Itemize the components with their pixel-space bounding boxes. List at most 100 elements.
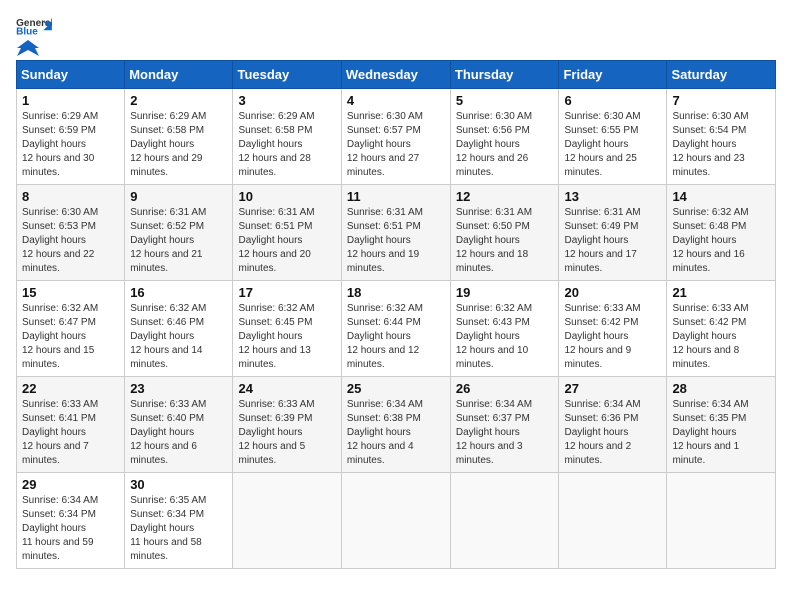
calendar-cell: 20 Sunrise: 6:33 AM Sunset: 6:42 PM Dayl… — [559, 281, 667, 377]
calendar-cell: 29 Sunrise: 6:34 AM Sunset: 6:34 PM Dayl… — [17, 473, 125, 569]
cell-content: Sunrise: 6:34 AM Sunset: 6:36 PM Dayligh… — [564, 398, 661, 468]
daylight-label: Daylight hours — [22, 331, 86, 342]
calendar-cell: 24 Sunrise: 6:33 AM Sunset: 6:39 PM Dayl… — [233, 377, 341, 473]
sunset-label: Sunset: 6:36 PM — [564, 413, 638, 424]
calendar-cell: 21 Sunrise: 6:33 AM Sunset: 6:42 PM Dayl… — [667, 281, 776, 377]
cell-content: Sunrise: 6:30 AM Sunset: 6:57 PM Dayligh… — [347, 110, 445, 180]
cell-content: Sunrise: 6:30 AM Sunset: 6:54 PM Dayligh… — [672, 110, 770, 180]
sunrise-label: Sunrise: 6:31 AM — [238, 207, 314, 218]
calendar-cell: 27 Sunrise: 6:34 AM Sunset: 6:36 PM Dayl… — [559, 377, 667, 473]
day-number: 8 — [22, 189, 119, 204]
cell-content: Sunrise: 6:32 AM Sunset: 6:48 PM Dayligh… — [672, 206, 770, 276]
sunrise-label: Sunrise: 6:34 AM — [672, 399, 748, 410]
cell-content: Sunrise: 6:32 AM Sunset: 6:45 PM Dayligh… — [238, 302, 335, 372]
daylight-value: 12 hours and 21 minutes. — [130, 249, 202, 274]
daylight-label: Daylight hours — [456, 139, 520, 150]
daylight-value: 12 hours and 22 minutes. — [22, 249, 94, 274]
cell-content: Sunrise: 6:31 AM Sunset: 6:51 PM Dayligh… — [238, 206, 335, 276]
sunset-label: Sunset: 6:51 PM — [347, 221, 421, 232]
daylight-label: Daylight hours — [672, 235, 736, 246]
calendar-cell: 4 Sunrise: 6:30 AM Sunset: 6:57 PM Dayli… — [341, 89, 450, 185]
sunset-label: Sunset: 6:44 PM — [347, 317, 421, 328]
daylight-label: Daylight hours — [347, 331, 411, 342]
sunrise-label: Sunrise: 6:31 AM — [564, 207, 640, 218]
sunrise-label: Sunrise: 6:32 AM — [130, 303, 206, 314]
daylight-value: 12 hours and 30 minutes. — [22, 153, 94, 178]
svg-text:Blue: Blue — [16, 27, 38, 36]
cell-content: Sunrise: 6:32 AM Sunset: 6:43 PM Dayligh… — [456, 302, 554, 372]
cell-content: Sunrise: 6:31 AM Sunset: 6:51 PM Dayligh… — [347, 206, 445, 276]
sunset-label: Sunset: 6:39 PM — [238, 413, 312, 424]
daylight-value: 12 hours and 20 minutes. — [238, 249, 310, 274]
cell-content: Sunrise: 6:31 AM Sunset: 6:52 PM Dayligh… — [130, 206, 227, 276]
day-number: 26 — [456, 381, 554, 396]
day-number: 3 — [238, 93, 335, 108]
day-number: 13 — [564, 189, 661, 204]
calendar-cell — [667, 473, 776, 569]
calendar-cell: 10 Sunrise: 6:31 AM Sunset: 6:51 PM Dayl… — [233, 185, 341, 281]
calendar-week-row: 8 Sunrise: 6:30 AM Sunset: 6:53 PM Dayli… — [17, 185, 776, 281]
daylight-label: Daylight hours — [22, 235, 86, 246]
daylight-value: 12 hours and 17 minutes. — [564, 249, 636, 274]
calendar-cell: 28 Sunrise: 6:34 AM Sunset: 6:35 PM Dayl… — [667, 377, 776, 473]
daylight-value: 11 hours and 59 minutes. — [22, 537, 94, 562]
daylight-value: 12 hours and 15 minutes. — [22, 345, 94, 370]
cell-content: Sunrise: 6:30 AM Sunset: 6:56 PM Dayligh… — [456, 110, 554, 180]
daylight-label: Daylight hours — [22, 523, 86, 534]
daylight-label: Daylight hours — [130, 139, 194, 150]
cell-content: Sunrise: 6:32 AM Sunset: 6:46 PM Dayligh… — [130, 302, 227, 372]
sunset-label: Sunset: 6:43 PM — [456, 317, 530, 328]
calendar-cell — [233, 473, 341, 569]
cell-content: Sunrise: 6:33 AM Sunset: 6:41 PM Dayligh… — [22, 398, 119, 468]
sunrise-label: Sunrise: 6:29 AM — [130, 111, 206, 122]
sunrise-label: Sunrise: 6:31 AM — [456, 207, 532, 218]
daylight-value: 12 hours and 27 minutes. — [347, 153, 419, 178]
daylight-value: 12 hours and 23 minutes. — [672, 153, 744, 178]
calendar-cell: 30 Sunrise: 6:35 AM Sunset: 6:34 PM Dayl… — [125, 473, 233, 569]
calendar-cell: 26 Sunrise: 6:34 AM Sunset: 6:37 PM Dayl… — [450, 377, 559, 473]
sunset-label: Sunset: 6:42 PM — [564, 317, 638, 328]
logo: General Blue — [16, 16, 52, 52]
weekday-header: Monday — [125, 61, 233, 89]
weekday-header: Sunday — [17, 61, 125, 89]
cell-content: Sunrise: 6:32 AM Sunset: 6:47 PM Dayligh… — [22, 302, 119, 372]
sunset-label: Sunset: 6:34 PM — [130, 509, 204, 520]
daylight-value: 12 hours and 19 minutes. — [347, 249, 419, 274]
day-number: 7 — [672, 93, 770, 108]
calendar-header-row: SundayMondayTuesdayWednesdayThursdayFrid… — [17, 61, 776, 89]
weekday-header: Thursday — [450, 61, 559, 89]
calendar-cell — [450, 473, 559, 569]
day-number: 4 — [347, 93, 445, 108]
day-number: 11 — [347, 189, 445, 204]
calendar-cell: 5 Sunrise: 6:30 AM Sunset: 6:56 PM Dayli… — [450, 89, 559, 185]
calendar-cell: 13 Sunrise: 6:31 AM Sunset: 6:49 PM Dayl… — [559, 185, 667, 281]
cell-content: Sunrise: 6:33 AM Sunset: 6:40 PM Dayligh… — [130, 398, 227, 468]
daylight-value: 12 hours and 18 minutes. — [456, 249, 528, 274]
day-number: 6 — [564, 93, 661, 108]
sunrise-label: Sunrise: 6:34 AM — [347, 399, 423, 410]
daylight-value: 12 hours and 2 minutes. — [564, 441, 631, 466]
sunrise-label: Sunrise: 6:32 AM — [22, 303, 98, 314]
sunset-label: Sunset: 6:54 PM — [672, 125, 746, 136]
daylight-label: Daylight hours — [130, 331, 194, 342]
day-number: 30 — [130, 477, 227, 492]
sunset-label: Sunset: 6:45 PM — [238, 317, 312, 328]
daylight-label: Daylight hours — [130, 235, 194, 246]
calendar-cell: 19 Sunrise: 6:32 AM Sunset: 6:43 PM Dayl… — [450, 281, 559, 377]
calendar-cell: 16 Sunrise: 6:32 AM Sunset: 6:46 PM Dayl… — [125, 281, 233, 377]
daylight-label: Daylight hours — [130, 523, 194, 534]
sunrise-label: Sunrise: 6:32 AM — [672, 207, 748, 218]
sunset-label: Sunset: 6:51 PM — [238, 221, 312, 232]
daylight-label: Daylight hours — [672, 331, 736, 342]
calendar-week-row: 15 Sunrise: 6:32 AM Sunset: 6:47 PM Dayl… — [17, 281, 776, 377]
calendar-cell: 1 Sunrise: 6:29 AM Sunset: 6:59 PM Dayli… — [17, 89, 125, 185]
sunset-label: Sunset: 6:35 PM — [672, 413, 746, 424]
calendar-cell: 11 Sunrise: 6:31 AM Sunset: 6:51 PM Dayl… — [341, 185, 450, 281]
sunrise-label: Sunrise: 6:32 AM — [347, 303, 423, 314]
cell-content: Sunrise: 6:29 AM Sunset: 6:59 PM Dayligh… — [22, 110, 119, 180]
sunset-label: Sunset: 6:55 PM — [564, 125, 638, 136]
sunset-label: Sunset: 6:52 PM — [130, 221, 204, 232]
sunrise-label: Sunrise: 6:30 AM — [564, 111, 640, 122]
sunset-label: Sunset: 6:34 PM — [22, 509, 96, 520]
calendar-cell — [559, 473, 667, 569]
